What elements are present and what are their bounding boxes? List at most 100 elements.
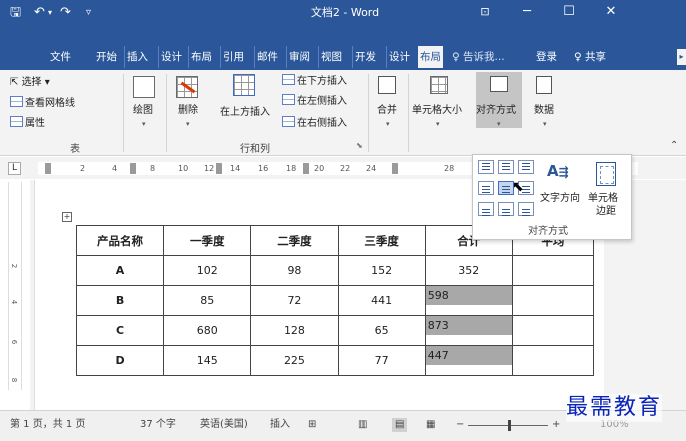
column-marker[interactable] — [216, 163, 222, 174]
tab-layout[interactable]: 布局 — [188, 46, 214, 68]
table-cell[interactable]: C — [75, 315, 165, 346]
merge-icon[interactable] — [378, 76, 396, 94]
data-icon[interactable] — [536, 76, 552, 94]
column-marker[interactable] — [392, 163, 398, 174]
close-button[interactable]: ✕ — [598, 3, 624, 21]
dialog-launcher-icon[interactable]: ⬊ — [356, 141, 363, 150]
table-cell[interactable]: 98 — [250, 255, 339, 286]
zoom-out-icon[interactable]: − — [456, 418, 464, 432]
redo-icon[interactable]: ↷ — [60, 4, 71, 22]
table-move-handle-icon[interactable]: + — [62, 212, 72, 222]
insert-below-button[interactable]: 在下方插入 — [282, 74, 347, 89]
align-top-center-icon[interactable] — [498, 160, 514, 174]
draw-dropdown-icon[interactable]: ▾ — [142, 120, 146, 128]
delete-dropdown-icon[interactable]: ▾ — [186, 120, 190, 128]
table-cell[interactable] — [511, 255, 595, 286]
tab-table-layout[interactable]: 布局 — [418, 46, 443, 68]
column-marker[interactable] — [130, 163, 136, 174]
tabs-scroll-right-icon[interactable]: ▸ — [677, 49, 686, 65]
insert-right-button[interactable]: 在右侧插入 — [282, 116, 347, 131]
table-cell[interactable]: D — [75, 345, 165, 376]
tab-design[interactable]: 设计 — [158, 46, 184, 68]
collapse-ribbon-icon[interactable]: ⌃ — [670, 140, 678, 151]
align-bottom-right-icon[interactable] — [518, 202, 534, 216]
table-header-cell[interactable]: 产品名称 — [75, 225, 165, 256]
table-header-cell[interactable]: 一季度 — [163, 225, 252, 256]
table-cell[interactable]: 77 — [337, 345, 426, 376]
table-header-cell[interactable]: 二季度 — [250, 225, 339, 256]
column-marker[interactable] — [303, 163, 309, 174]
text-direction-button[interactable]: 文字方向 — [540, 192, 580, 205]
tab-references[interactable]: 引用 — [220, 46, 246, 68]
zoom-slider-thumb[interactable] — [508, 420, 511, 431]
align-top-left-icon[interactable] — [478, 160, 494, 174]
data-table[interactable]: 产品名称 一季度 二季度 三季度 合计 平均 A 102 98 152 352 … — [75, 225, 595, 376]
language-indicator[interactable]: 英语(美国) — [200, 418, 248, 432]
align-bottom-left-icon[interactable] — [478, 202, 494, 216]
alignment-dropdown-icon[interactable]: ▾ — [497, 120, 501, 128]
cell-size-button[interactable]: 单元格大小 — [412, 104, 462, 117]
table-header-cell[interactable]: 三季度 — [337, 225, 426, 256]
table-cell[interactable] — [511, 285, 595, 316]
customize-qat-icon[interactable]: ▿ — [86, 4, 91, 22]
tab-view[interactable]: 视图 — [318, 46, 344, 68]
merge-button[interactable]: 合并 — [377, 104, 397, 117]
tab-table-design[interactable]: 设计 — [386, 46, 412, 68]
table-cell[interactable]: 145 — [163, 345, 252, 376]
data-button[interactable]: 数据 — [534, 104, 554, 117]
insert-left-button[interactable]: 在左侧插入 — [282, 94, 347, 109]
minimize-button[interactable]: ─ — [514, 3, 540, 21]
alignment-label[interactable]: 对齐方式 — [476, 104, 516, 117]
ribbon-display-icon[interactable]: ⊡ — [472, 3, 498, 21]
read-mode-icon[interactable]: ▥ — [358, 418, 367, 432]
align-top-right-icon[interactable] — [518, 160, 534, 174]
cell-size-dropdown-icon[interactable]: ▾ — [436, 120, 440, 128]
undo-icon[interactable]: ↶ — [34, 4, 45, 22]
tab-selector[interactable]: L — [8, 162, 21, 175]
print-layout-icon[interactable]: ▤ — [392, 418, 408, 432]
delete-button[interactable]: 删除 — [178, 104, 198, 117]
undo-dropdown-icon[interactable]: ▾ — [48, 4, 52, 22]
cell-margins-button[interactable]: 单元格 — [588, 192, 618, 205]
cell-size-icon[interactable] — [430, 76, 448, 94]
text-direction-icon[interactable]: A⇶ — [547, 162, 579, 190]
zoom-in-icon[interactable]: + — [552, 418, 560, 432]
table-cell[interactable]: A — [75, 255, 165, 286]
table-cell[interactable]: 102 — [163, 255, 252, 286]
table-cell-selected[interactable]: 873 — [424, 315, 513, 346]
table-cell[interactable] — [511, 315, 595, 346]
cell-margins-icon[interactable] — [596, 162, 616, 186]
cell-margins-button-line2[interactable]: 边距 — [596, 205, 616, 218]
tab-developer[interactable]: 开发 — [352, 46, 378, 68]
align-middle-left-icon[interactable] — [478, 181, 494, 195]
save-icon[interactable]: 🖫 — [10, 4, 21, 22]
table-cell[interactable] — [511, 345, 595, 376]
table-cell[interactable]: 441 — [337, 285, 426, 316]
view-gridlines-button[interactable]: 查看网格线 — [10, 96, 75, 111]
vertical-ruler[interactable]: 2 4 6 8 — [8, 182, 22, 390]
tab-mailings[interactable]: 邮件 — [254, 46, 280, 68]
table-cell[interactable]: 152 — [337, 255, 426, 286]
share-button[interactable]: ♀ 共享 — [574, 46, 606, 68]
table-cell[interactable]: 128 — [250, 315, 339, 346]
tab-file[interactable]: 文件 — [48, 46, 73, 68]
tab-home[interactable]: 开始 — [94, 46, 119, 68]
page-count[interactable]: 第 1 页，共 1 页 — [10, 418, 85, 432]
table-cell[interactable]: 680 — [163, 315, 252, 346]
table-cell[interactable]: 72 — [250, 285, 339, 316]
table-cell[interactable]: 352 — [424, 255, 513, 286]
tab-review[interactable]: 审阅 — [286, 46, 312, 68]
insert-mode-indicator[interactable]: 插入 — [270, 418, 290, 432]
maximize-button[interactable]: ☐ — [556, 3, 582, 21]
select-button[interactable]: ⇱ 选择 ▾ — [10, 76, 50, 90]
align-bottom-center-icon[interactable] — [498, 202, 514, 216]
insert-above-icon[interactable] — [233, 74, 255, 96]
data-dropdown-icon[interactable]: ▾ — [543, 120, 547, 128]
login-link[interactable]: 登录 — [536, 46, 557, 68]
insert-above-button[interactable]: 在上方插入 — [220, 106, 270, 119]
draw-table-icon[interactable] — [133, 76, 155, 98]
table-cell[interactable]: 225 — [250, 345, 339, 376]
macro-record-icon[interactable]: ⊞ — [308, 418, 316, 432]
draw-button[interactable]: 绘图 — [133, 104, 153, 117]
table-cell-selected[interactable]: 447 — [424, 345, 513, 376]
